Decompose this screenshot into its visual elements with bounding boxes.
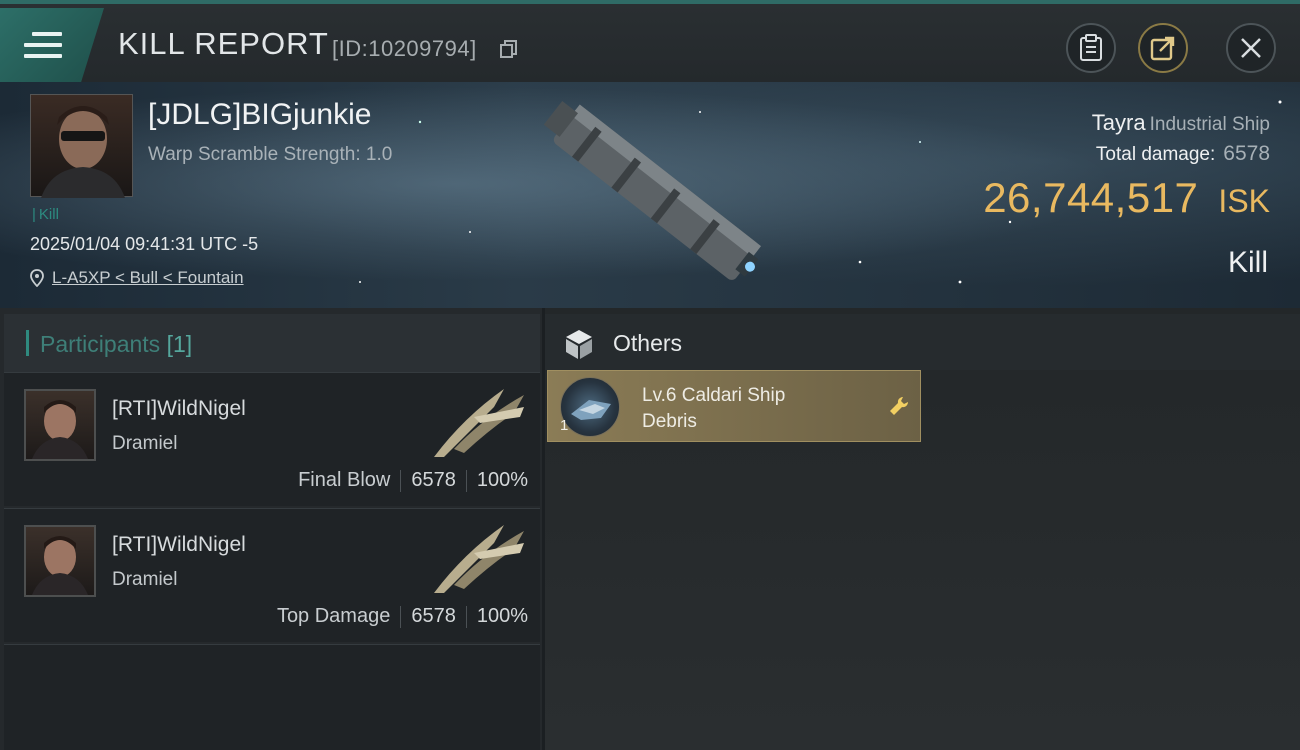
menu-icon [24, 32, 62, 62]
participant-percent: 100% [476, 605, 528, 627]
kill-id: [ID:10209794] [332, 36, 477, 61]
item-thumbnail [560, 377, 620, 437]
wrench-icon[interactable] [888, 395, 910, 417]
divider [465, 469, 467, 492]
participant-ship: Dramiel [112, 569, 178, 590]
close-button[interactable] [1226, 23, 1276, 73]
victim-avatar[interactable] [30, 94, 133, 198]
divider [400, 605, 402, 628]
section-accent-bar [26, 330, 29, 356]
total-damage-value: 6578 [1223, 142, 1270, 165]
item-quantity: 1 [560, 417, 569, 434]
participant-avatar[interactable] [24, 389, 96, 461]
cube-icon [566, 330, 592, 359]
location-text: L-A5XP < Bull < Fountain [52, 268, 244, 287]
ship-info: Tayra Industrial Ship [1092, 110, 1270, 136]
participant-ship-image [434, 525, 524, 593]
isk-value: 26,744,517 ISK [983, 174, 1270, 222]
participants-title: Participants [1] [40, 331, 192, 358]
participants-header: Participants [1] [4, 314, 540, 372]
share-icon [1150, 36, 1175, 61]
total-damage-label: Total damage: [1095, 144, 1216, 165]
ship-image [543, 100, 762, 280]
participant-role: Top Damage [276, 605, 391, 627]
clipboard-button[interactable] [1066, 23, 1116, 73]
participant-ship: Dramiel [112, 433, 178, 454]
header-bar: KILL REPORT [ID:10209794] [0, 0, 1300, 82]
participant-stats: Final Blow 6578 100% [298, 469, 528, 492]
others-title: Others [613, 330, 683, 356]
empty-row [4, 644, 540, 750]
others-panel: Others 1 Lv.6 Caldari Ship Debris [545, 308, 1300, 750]
warp-scramble-strength: Warp Scramble Strength: 1.0 [148, 144, 393, 165]
participant-damage: 6578 [411, 469, 456, 491]
divider [400, 469, 402, 492]
item-name: Lv.6 Caldari Ship Debris [642, 383, 842, 435]
kill-tag: Kill [32, 206, 59, 223]
copy-icon[interactable] [500, 40, 518, 58]
portrait-image [32, 400, 88, 459]
kill-result: Kill [1227, 246, 1268, 279]
participants-panel: Participants [1] [RTI]WildNigel Dramiel … [0, 308, 542, 750]
kill-datetime: 2025/01/04 09:41:31 UTC -5 [30, 234, 259, 254]
share-button[interactable] [1138, 23, 1188, 73]
kill-banner: [JDLG]BIGjunkie Warp Scramble Strength: … [0, 82, 1300, 308]
ship-name[interactable]: Tayra [1092, 110, 1146, 135]
portrait-image [41, 106, 125, 198]
debris-image [571, 400, 611, 420]
participants-count: [1] [166, 331, 193, 357]
item-name-line1: Lv.6 Caldari Ship [642, 385, 786, 406]
ship-class: Industrial Ship [1149, 114, 1270, 135]
page-title: KILL REPORT [118, 26, 329, 61]
participants-label: Participants [40, 331, 161, 357]
portrait-image [32, 536, 88, 595]
participant-stats: Top Damage 6578 100% [277, 605, 528, 628]
location-pin-icon [30, 269, 44, 287]
participant-name[interactable]: [RTI]WildNigel [112, 397, 246, 421]
isk-amount: 26,744,517 [983, 174, 1199, 221]
close-icon [1241, 38, 1261, 58]
total-damage: Total damage: 6578 [1096, 142, 1270, 166]
participant-avatar[interactable] [24, 525, 96, 597]
participant-ship-image [434, 389, 524, 457]
loot-item[interactable]: 1 Lv.6 Caldari Ship Debris [547, 370, 921, 442]
participant-name[interactable]: [RTI]WildNigel [112, 533, 246, 557]
divider [465, 605, 467, 628]
isk-unit: ISK [1218, 183, 1270, 219]
location-link[interactable]: L-A5XP < Bull < Fountain [30, 268, 244, 288]
clipboard-icon [1080, 34, 1102, 61]
victim-name[interactable]: [JDLG]BIGjunkie [148, 98, 371, 132]
participant-row[interactable]: [RTI]WildNigel Dramiel Top Damage 6578 1… [4, 508, 540, 642]
participant-percent: 100% [476, 469, 528, 491]
participant-damage: 6578 [411, 605, 456, 627]
participant-role: Final Blow [298, 469, 391, 491]
others-header: Others [545, 314, 1300, 370]
menu-button[interactable] [0, 8, 104, 82]
item-name-line2: Debris [642, 411, 697, 432]
participant-row[interactable]: [RTI]WildNigel Dramiel Final Blow 6578 1… [4, 372, 540, 506]
